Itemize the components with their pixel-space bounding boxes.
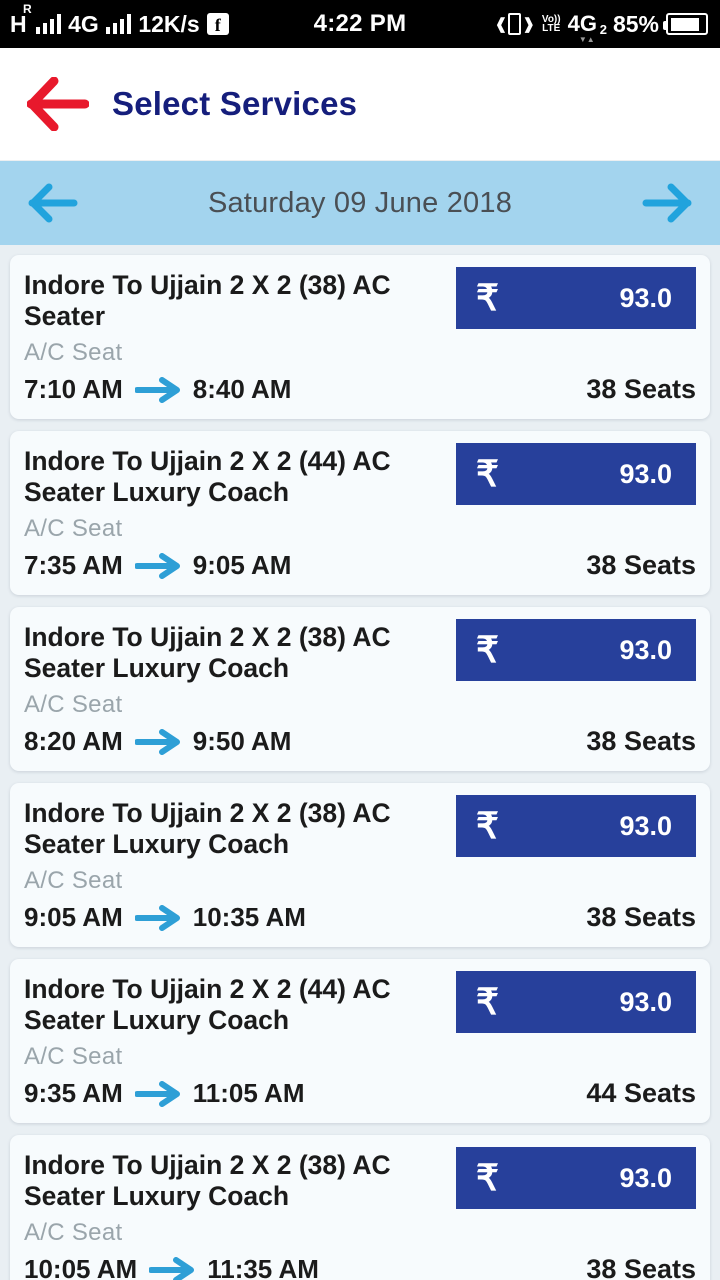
route-arrow-icon — [134, 376, 181, 403]
route-arrow-icon — [134, 728, 181, 755]
status-bar-right: ❰ ❱ Vo)) LTE 4G 2 ▼▲ 85% — [495, 0, 708, 48]
service-card[interactable]: Indore To Ujjain 2 X 2 (38) AC Seater ₹ … — [10, 255, 710, 419]
service-card[interactable]: Indore To Ujjain 2 X 2 (38) AC Seater Lu… — [10, 783, 710, 947]
rupee-icon: ₹ — [476, 982, 499, 1022]
journey-times: 9:05 AM 10:35 AM — [24, 902, 306, 933]
route-arrow-icon — [149, 1256, 195, 1280]
available-seats: 44 Seats — [586, 1078, 696, 1108]
service-card-footer: 7:35 AM 9:05 AM 38 Seats — [24, 550, 696, 581]
service-subtitle: A/C Seat — [24, 339, 123, 366]
volte-icon: Vo)) LTE — [541, 14, 561, 34]
service-card-footer: 9:05 AM 10:35 AM 38 Seats — [24, 902, 696, 933]
arrival-time: 9:50 AM — [192, 726, 292, 756]
arrival-time: 11:35 AM — [207, 1254, 319, 1280]
service-name: Indore To Ujjain 2 X 2 (44) AC Seater Lu… — [24, 974, 391, 1035]
available-seats: 38 Seats — [586, 550, 696, 580]
service-card[interactable]: Indore To Ujjain 2 X 2 (44) AC Seater Lu… — [10, 431, 710, 595]
back-arrow-icon[interactable] — [22, 74, 94, 134]
previous-day-button[interactable] — [22, 173, 82, 233]
arrival-time: 10:35 AM — [192, 902, 306, 932]
battery-percent-label: 85% — [612, 10, 659, 37]
service-card[interactable]: Indore To Ujjain 2 X 2 (38) AC Seater Lu… — [10, 607, 710, 771]
status-bar: H R 4G 12K/s f 4:22 PM ❰ ❱ Vo)) LTE 4G 2 … — [0, 0, 720, 48]
sim-tech-label: 4G — [567, 11, 597, 36]
service-card[interactable]: Indore To Ujjain 2 X 2 (38) AC Seater Lu… — [10, 1135, 710, 1280]
service-card-header: Indore To Ujjain 2 X 2 (44) AC Seater Lu… — [24, 971, 696, 1036]
battery-icon — [663, 13, 708, 35]
departure-time: 9:05 AM — [24, 902, 123, 932]
app-screen: H R 4G 12K/s f 4:22 PM ❰ ❱ Vo)) LTE 4G 2 … — [0, 0, 720, 1280]
rupee-icon: ₹ — [476, 630, 499, 670]
price-amount: 93.0 — [619, 458, 672, 489]
rupee-icon: ₹ — [476, 454, 499, 494]
price-amount: 93.0 — [619, 282, 672, 313]
date-selector-bar: Saturday 09 June 2018 — [0, 161, 720, 245]
service-subtitle: A/C Seat — [24, 867, 123, 894]
service-subtitle: A/C Seat — [24, 691, 123, 718]
service-name: Indore To Ujjain 2 X 2 (38) AC Seater Lu… — [24, 798, 391, 859]
journey-times: 8:20 AM 9:50 AM — [24, 726, 291, 757]
price-badge[interactable]: ₹ 93.0 — [456, 267, 696, 329]
service-subtitle: A/C Seat — [24, 1219, 123, 1246]
departure-time: 10:05 AM — [24, 1254, 138, 1280]
vibrate-icon: ❰ ❱ — [495, 13, 535, 35]
route-arrow-icon — [134, 904, 181, 931]
app-bar: Select Services — [0, 48, 720, 161]
route-arrow-icon — [134, 552, 181, 579]
journey-times: 7:35 AM 9:05 AM — [24, 550, 291, 581]
data-activity-icon: ▼▲ — [578, 35, 595, 44]
available-seats: 38 Seats — [586, 902, 696, 932]
sim-index-label: 2 — [599, 22, 607, 37]
arrival-time: 9:05 AM — [192, 550, 292, 580]
journey-times: 10:05 AM 11:35 AM — [24, 1254, 319, 1280]
price-badge[interactable]: ₹ 93.0 — [456, 443, 696, 505]
service-card-header: Indore To Ujjain 2 X 2 (38) AC Seater Lu… — [24, 1147, 696, 1212]
service-name: Indore To Ujjain 2 X 2 (44) AC Seater Lu… — [24, 446, 391, 507]
service-card-header: Indore To Ujjain 2 X 2 (38) AC Seater Lu… — [24, 619, 696, 684]
journey-times: 7:10 AM 8:40 AM — [24, 374, 291, 405]
service-name: Indore To Ujjain 2 X 2 (38) AC Seater Lu… — [24, 622, 391, 683]
price-badge[interactable]: ₹ 93.0 — [456, 971, 696, 1033]
route-arrow-icon — [134, 1080, 181, 1107]
service-card-header: Indore To Ujjain 2 X 2 (38) AC Seater ₹ … — [24, 267, 696, 332]
price-amount: 93.0 — [619, 634, 672, 665]
service-card[interactable]: Indore To Ujjain 2 X 2 (44) AC Seater Lu… — [10, 959, 710, 1123]
rupee-icon: ₹ — [476, 278, 499, 318]
service-list[interactable]: Indore To Ujjain 2 X 2 (38) AC Seater ₹ … — [0, 245, 720, 1280]
service-card-footer: 8:20 AM 9:50 AM 38 Seats — [24, 726, 696, 757]
available-seats: 38 Seats — [586, 1254, 696, 1280]
service-card-footer: 10:05 AM 11:35 AM 38 Seats — [24, 1254, 696, 1280]
service-name: Indore To Ujjain 2 X 2 (38) AC Seater — [24, 270, 391, 331]
arrival-time: 8:40 AM — [192, 374, 292, 404]
service-name: Indore To Ujjain 2 X 2 (38) AC Seater Lu… — [24, 1150, 391, 1211]
price-badge[interactable]: ₹ 93.0 — [456, 795, 696, 857]
page-title: Select Services — [112, 85, 358, 122]
available-seats: 38 Seats — [586, 374, 696, 404]
rupee-icon: ₹ — [476, 806, 499, 846]
next-day-button[interactable] — [638, 173, 698, 233]
arrow-right-icon — [642, 183, 692, 223]
arrow-left-icon — [28, 183, 78, 223]
departure-time: 7:10 AM — [24, 374, 123, 404]
arrival-time: 11:05 AM — [192, 1078, 305, 1108]
selected-date-label: Saturday 09 June 2018 — [207, 186, 513, 219]
sim-tech-indicator: 4G 2 ▼▲ — [567, 11, 607, 44]
service-subtitle: A/C Seat — [24, 1043, 123, 1070]
service-card-header: Indore To Ujjain 2 X 2 (38) AC Seater Lu… — [24, 795, 696, 860]
service-card-footer: 9:35 AM 11:05 AM 44 Seats — [24, 1078, 696, 1109]
service-subtitle: A/C Seat — [24, 515, 123, 542]
price-amount: 93.0 — [619, 810, 672, 841]
departure-time: 9:35 AM — [24, 1078, 123, 1108]
departure-time: 7:35 AM — [24, 550, 123, 580]
rupee-icon: ₹ — [476, 1158, 499, 1198]
price-amount: 93.0 — [619, 986, 672, 1017]
journey-times: 9:35 AM 11:05 AM — [24, 1078, 305, 1109]
departure-time: 8:20 AM — [24, 726, 123, 756]
price-amount: 93.0 — [619, 1162, 672, 1193]
service-card-footer: 7:10 AM 8:40 AM 38 Seats — [24, 374, 696, 405]
price-badge[interactable]: ₹ 93.0 — [456, 619, 696, 681]
price-badge[interactable]: ₹ 93.0 — [456, 1147, 696, 1209]
available-seats: 38 Seats — [586, 726, 696, 756]
service-card-header: Indore To Ujjain 2 X 2 (44) AC Seater Lu… — [24, 443, 696, 508]
